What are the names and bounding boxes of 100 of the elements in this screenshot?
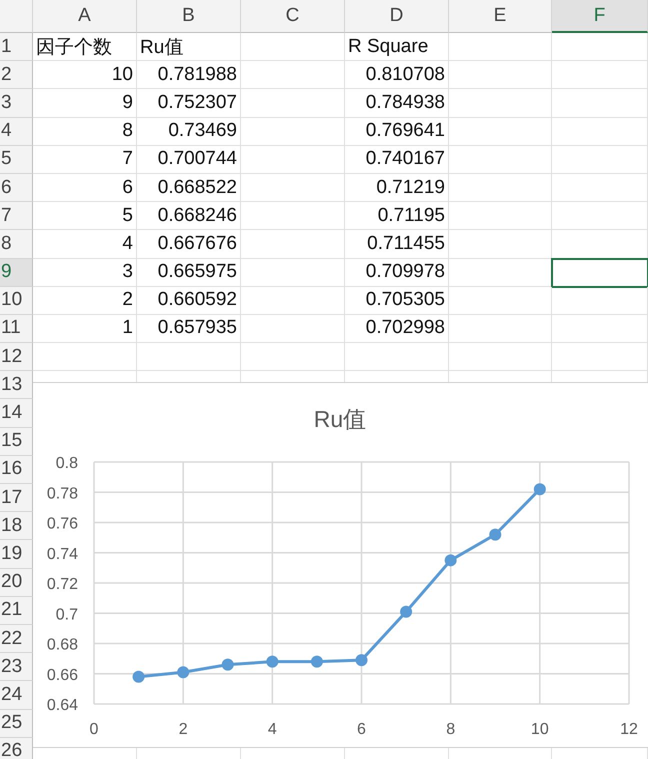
empty-cell[interactable] xyxy=(241,343,345,372)
table-cell: 0.784938 xyxy=(345,89,449,118)
axis-label: 0.78 xyxy=(46,485,78,502)
axis-label: 8 xyxy=(446,721,456,738)
row-header[interactable]: 20 xyxy=(0,568,33,597)
empty-cell[interactable] xyxy=(345,343,449,372)
empty-cell[interactable] xyxy=(137,343,241,372)
table-cell: 0.752307 xyxy=(137,89,241,118)
empty-cell[interactable] xyxy=(552,174,648,202)
axis-label: 0 xyxy=(90,721,98,738)
table-cell: 0.668522 xyxy=(137,174,241,202)
empty-cell[interactable] xyxy=(552,202,648,230)
table-cell: 0.709978 xyxy=(345,258,449,287)
row-header[interactable]: 4 xyxy=(0,118,33,146)
data-point xyxy=(132,670,145,683)
empty-cell[interactable] xyxy=(241,202,345,230)
column-header[interactable]: E xyxy=(449,0,552,33)
row-header[interactable]: 1 xyxy=(0,33,33,62)
empty-cell[interactable] xyxy=(552,89,648,118)
empty-cell[interactable] xyxy=(241,258,345,287)
row-header[interactable]: 17 xyxy=(0,484,33,512)
row-header[interactable]: 2 xyxy=(0,61,33,90)
row-header[interactable]: 24 xyxy=(0,681,33,710)
table-cell: 0.781988 xyxy=(137,61,241,90)
axis-label: 0.66 xyxy=(46,666,78,684)
column-header[interactable]: D xyxy=(345,0,449,33)
table-cell: 2 xyxy=(33,286,137,315)
table-cell: 0.700744 xyxy=(137,146,241,174)
table-cell: 0.660592 xyxy=(137,286,241,315)
empty-cell[interactable] xyxy=(449,33,552,62)
row-header[interactable]: 8 xyxy=(0,230,33,258)
empty-cell[interactable] xyxy=(449,286,552,315)
row-header[interactable]: 23 xyxy=(0,653,33,682)
axis-label: 12 xyxy=(620,721,638,738)
empty-cell[interactable] xyxy=(449,230,552,258)
empty-cell[interactable] xyxy=(449,89,552,118)
empty-cell[interactable] xyxy=(552,118,648,146)
row-header[interactable]: 5 xyxy=(0,146,33,174)
empty-cell[interactable] xyxy=(449,174,552,202)
empty-cell[interactable] xyxy=(552,314,648,344)
empty-cell[interactable] xyxy=(241,33,345,62)
row-header[interactable]: 25 xyxy=(0,710,33,738)
data-point xyxy=(356,654,368,666)
empty-cell[interactable] xyxy=(241,230,345,258)
table-cell: 0.73469 xyxy=(137,118,241,146)
empty-cell[interactable] xyxy=(552,343,648,372)
selected-cell[interactable] xyxy=(552,258,648,287)
empty-cell[interactable] xyxy=(552,146,648,174)
table-cell: 0.810708 xyxy=(345,61,449,90)
row-header[interactable]: 9 xyxy=(0,258,33,287)
empty-cell[interactable] xyxy=(552,286,648,315)
row-header[interactable]: 26 xyxy=(0,738,33,759)
table-cell: 0.665975 xyxy=(137,258,241,287)
table-cell: 1 xyxy=(33,314,137,344)
row-header[interactable]: 14 xyxy=(0,399,33,428)
table-cell: 8 xyxy=(33,118,137,146)
row-header[interactable]: 12 xyxy=(0,343,33,372)
empty-cell[interactable] xyxy=(449,61,552,90)
row-header[interactable]: 13 xyxy=(0,371,33,400)
row-header[interactable]: 19 xyxy=(0,540,33,569)
empty-cell[interactable] xyxy=(241,286,345,315)
axis-label: 0.72 xyxy=(46,576,78,593)
axis-label: 0.64 xyxy=(46,697,78,714)
axis-label: 2 xyxy=(178,721,188,738)
empty-cell[interactable] xyxy=(449,118,552,146)
data-point xyxy=(310,656,323,668)
table-cell: 3 xyxy=(33,258,137,287)
row-header[interactable]: 11 xyxy=(0,314,33,344)
empty-cell[interactable] xyxy=(241,314,345,344)
axis-label: 0.68 xyxy=(46,636,78,654)
column-header[interactable]: A xyxy=(33,0,137,33)
row-header[interactable]: 10 xyxy=(0,286,33,315)
empty-cell[interactable] xyxy=(241,118,345,146)
row-header[interactable]: 7 xyxy=(0,202,33,230)
row-header[interactable]: 21 xyxy=(0,596,33,625)
row-header[interactable]: 6 xyxy=(0,174,33,202)
row-header[interactable]: 18 xyxy=(0,512,33,540)
row-header[interactable]: 3 xyxy=(0,89,33,118)
column-header[interactable]: C xyxy=(241,0,345,33)
row-header[interactable]: 16 xyxy=(0,456,33,484)
column-header[interactable]: F xyxy=(552,0,648,33)
empty-cell[interactable] xyxy=(241,61,345,90)
data-point xyxy=(222,658,234,671)
row-header[interactable]: 22 xyxy=(0,624,33,654)
empty-cell[interactable] xyxy=(449,314,552,344)
select-all-corner[interactable] xyxy=(0,0,33,33)
empty-cell[interactable] xyxy=(241,89,345,118)
empty-cell[interactable] xyxy=(449,343,552,372)
empty-cell[interactable] xyxy=(241,174,345,202)
row-header[interactable]: 15 xyxy=(0,428,33,456)
column-header[interactable]: B xyxy=(137,0,241,33)
empty-cell[interactable] xyxy=(449,146,552,174)
axis-label: 10 xyxy=(530,721,549,738)
axis-label: 0.76 xyxy=(46,516,78,532)
empty-cell[interactable] xyxy=(241,146,345,174)
table-cell: 0.71195 xyxy=(345,202,449,230)
table-cell: 0.711455 xyxy=(345,230,449,258)
empty-cell[interactable] xyxy=(552,33,648,62)
empty-cell[interactable] xyxy=(552,61,648,90)
empty-cell[interactable] xyxy=(449,202,552,230)
